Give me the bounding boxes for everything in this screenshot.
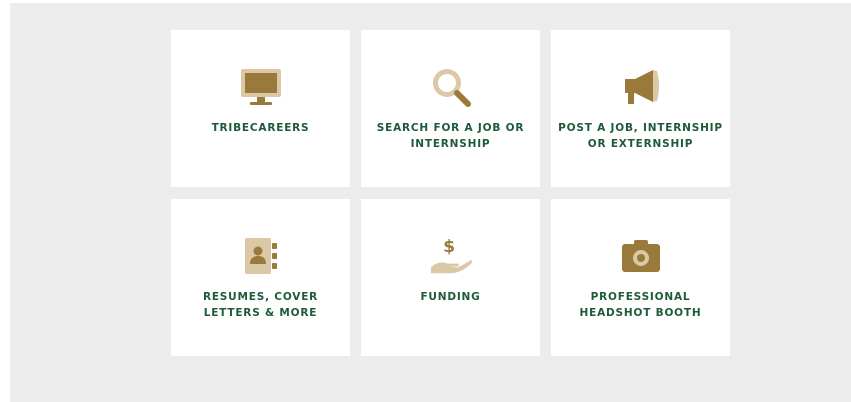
- tile-label: FUNDING: [420, 291, 481, 303]
- svg-text:$: $: [443, 237, 455, 257]
- tile-label: PROFESSIONAL HEADSHOT BOOTH: [579, 291, 702, 319]
- search-icon: [429, 65, 473, 109]
- camera-icon: [619, 234, 663, 278]
- tile-label: SEARCH FOR A JOB OR INTERNSHIP: [376, 122, 525, 150]
- monitor-icon: [239, 65, 283, 109]
- resources-panel: TRIBECAREERS SEARCH FOR A JOB OR INTERNS…: [10, 3, 851, 402]
- tile-label: RESUMES, COVER LETTERS & MORE: [202, 291, 319, 319]
- tile-tribecareers[interactable]: TRIBECAREERS: [171, 30, 350, 187]
- tile-label: POST A JOB, INTERNSHIP OR EXTERNSHIP: [558, 122, 723, 150]
- tile-headshot-booth[interactable]: PROFESSIONAL HEADSHOT BOOTH: [551, 199, 730, 356]
- tile-resumes[interactable]: RESUMES, COVER LETTERS & MORE: [171, 199, 350, 356]
- resource-tile-grid: TRIBECAREERS SEARCH FOR A JOB OR INTERNS…: [171, 30, 731, 356]
- tile-funding[interactable]: $ FUNDING: [361, 199, 540, 356]
- megaphone-icon: [619, 65, 663, 109]
- tile-search-job[interactable]: SEARCH FOR A JOB OR INTERNSHIP: [361, 30, 540, 187]
- tile-post-job[interactable]: POST A JOB, INTERNSHIP OR EXTERNSHIP: [551, 30, 730, 187]
- tile-label: TRIBECAREERS: [211, 122, 310, 134]
- money-hand-icon: $: [429, 234, 473, 278]
- address-book-icon: [239, 234, 283, 278]
